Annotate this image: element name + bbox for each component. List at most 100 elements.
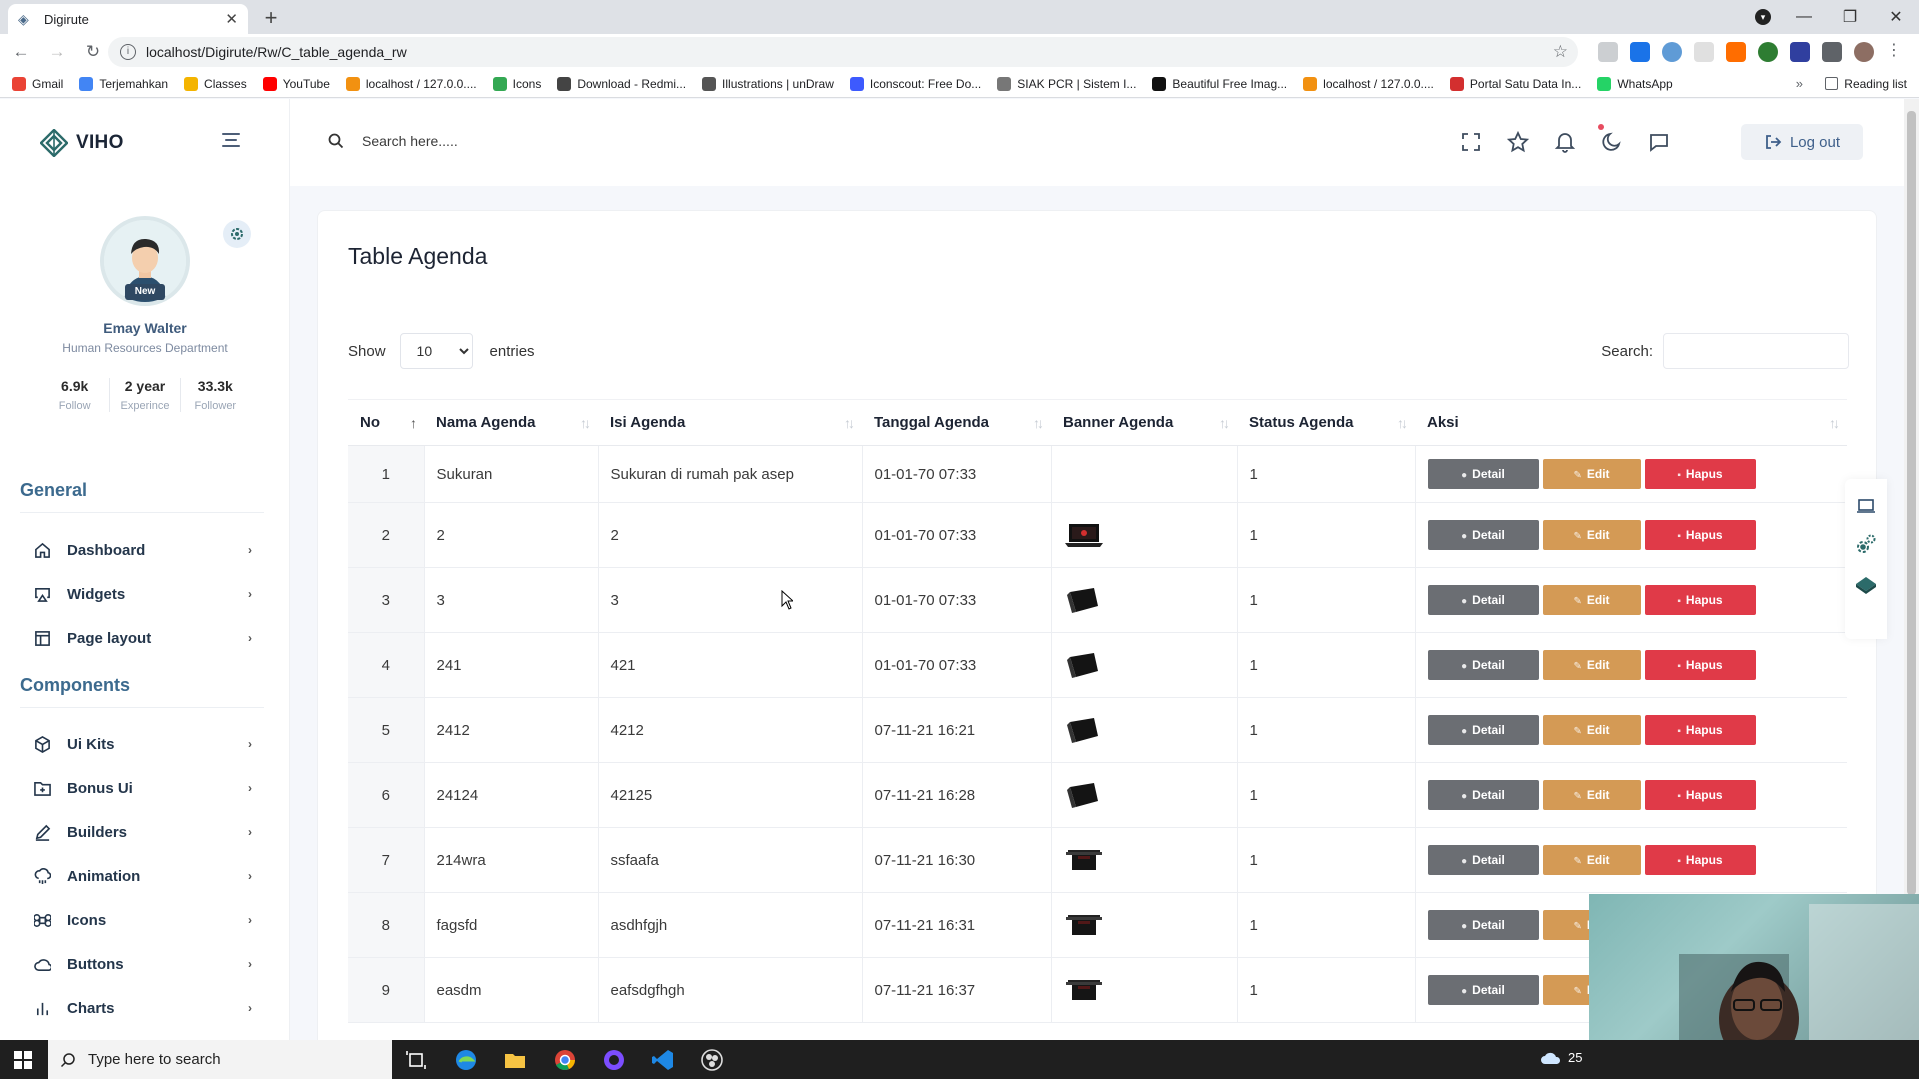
offer-extension-icon[interactable]	[1726, 42, 1746, 62]
detail-button[interactable]: ● Detail	[1427, 975, 1539, 1005]
delete-button[interactable]: ▪ Hapus	[1644, 845, 1756, 875]
delete-button[interactable]: ▪ Hapus	[1644, 650, 1756, 680]
sidebar-item-widgets[interactable]: Widgets ›	[34, 582, 252, 606]
detail-button[interactable]: ● Detail	[1427, 715, 1539, 745]
delete-button[interactable]: ▪ Hapus	[1644, 520, 1756, 550]
profile-name[interactable]: Emay Walter	[0, 320, 289, 336]
bookmark-item[interactable]: Beautiful Free Imag...	[1152, 76, 1287, 91]
delete-button[interactable]: ▪ Hapus	[1644, 715, 1756, 745]
scrollbar-thumb[interactable]	[1907, 111, 1916, 895]
browser-menu-icon[interactable]: ⋮	[1886, 42, 1902, 62]
hat-extension-icon[interactable]	[1790, 42, 1810, 62]
task-view-icon[interactable]	[404, 1048, 428, 1072]
weather-cloud-icon[interactable]	[1540, 1051, 1562, 1065]
column-header-tanggal-agenda[interactable]: Tanggal Agenda ↑↓	[862, 399, 1051, 446]
chrome-icon[interactable]	[553, 1048, 577, 1072]
column-header-isi-agenda[interactable]: Isi Agenda ↑↓	[598, 399, 862, 446]
address-bar[interactable]: i localhost/Digirute/Rw/C_table_agenda_r…	[108, 37, 1578, 67]
bookmark-item[interactable]: YouTube	[262, 76, 330, 91]
sidebar-item-charts[interactable]: Charts ›	[34, 996, 252, 1020]
sidebar-item-ui-kits[interactable]: Ui Kits ›	[34, 732, 252, 756]
bookmark-item[interactable]: WhatsApp	[1597, 76, 1673, 91]
detail-button[interactable]: ● Detail	[1427, 650, 1539, 680]
edit-button[interactable]: ✎ Edit	[1542, 585, 1641, 615]
sidebar-item-builders[interactable]: Builders ›	[34, 820, 252, 844]
github-desktop-icon[interactable]	[602, 1048, 626, 1072]
bookmark-item[interactable]: Terjemahkan	[79, 76, 168, 91]
new-tab-button[interactable]: +	[258, 6, 284, 32]
bookmark-star-icon[interactable]: ☆	[1553, 42, 1568, 62]
bookmark-item[interactable]: Classes	[184, 76, 247, 91]
delete-button[interactable]: ▪ Hapus	[1644, 585, 1756, 615]
taskbar-search-box[interactable]: Type here to search	[48, 1040, 392, 1079]
leaf-extension-icon[interactable]	[1758, 42, 1778, 62]
restore-icon[interactable]: ❐	[1827, 7, 1873, 27]
edit-button[interactable]: ✎ Edit	[1542, 650, 1641, 680]
puzzle-extensions-icon[interactable]	[1822, 42, 1842, 62]
obs-studio-icon[interactable]	[700, 1048, 724, 1072]
detail-button[interactable]: ● Detail	[1427, 459, 1539, 489]
fullscreen-icon[interactable]	[1460, 131, 1482, 153]
reload-icon[interactable]: ↻	[78, 42, 108, 62]
entries-select[interactable]: 10	[399, 333, 473, 369]
detail-button[interactable]: ● Detail	[1427, 780, 1539, 810]
edit-button[interactable]: ✎ Edit	[1542, 520, 1641, 550]
sidebar-item-dashboard[interactable]: Dashboard ›	[34, 538, 252, 562]
detail-button[interactable]: ● Detail	[1427, 845, 1539, 875]
tab-search-icon[interactable]: ▾	[1755, 9, 1771, 25]
detail-button[interactable]: ● Detail	[1427, 585, 1539, 615]
edit-button[interactable]: ✎ Edit	[1542, 459, 1641, 489]
column-header-aksi[interactable]: Aksi ↑↓	[1415, 399, 1847, 446]
sidebar-toggle-icon[interactable]	[222, 133, 240, 151]
edit-button[interactable]: ✎ Edit	[1542, 715, 1641, 745]
browser-tab[interactable]: ◈ Digirute ✕	[8, 4, 248, 34]
bookmark-item[interactable]: Download - Redmi...	[557, 76, 686, 91]
edge-browser-icon[interactable]	[454, 1048, 478, 1072]
reading-list-button[interactable]: Reading list	[1825, 77, 1907, 91]
translate-extension-icon[interactable]	[1662, 42, 1682, 62]
bookmark-item[interactable]: localhost / 127.0.0....	[1303, 76, 1434, 91]
window-close-icon[interactable]: ✕	[1873, 7, 1919, 27]
table-search-input[interactable]	[1663, 333, 1849, 369]
detail-button[interactable]: ● Detail	[1427, 520, 1539, 550]
delete-button[interactable]: ▪ Hapus	[1644, 459, 1756, 489]
detail-button[interactable]: ● Detail	[1427, 910, 1539, 940]
windows-start-icon[interactable]	[14, 1051, 32, 1069]
site-info-icon[interactable]: i	[120, 44, 136, 60]
grid-extension-icon[interactable]	[1694, 42, 1714, 62]
edit-button[interactable]: ✎ Edit	[1542, 845, 1641, 875]
chat-message-icon[interactable]	[1648, 131, 1670, 153]
more-bookmarks-button[interactable]: »	[1796, 76, 1803, 91]
bookmark-item[interactable]: Iconscout: Free Do...	[849, 76, 981, 91]
logout-button[interactable]: Log out	[1741, 124, 1863, 160]
close-tab-icon[interactable]: ✕	[225, 10, 238, 28]
sidebar-item-icons[interactable]: Icons ›	[34, 908, 252, 932]
settings-gears-icon[interactable]	[1854, 533, 1878, 557]
bookmark-item[interactable]: Portal Satu Data In...	[1449, 76, 1581, 91]
sidebar-item-animation[interactable]: Animation ›	[34, 864, 252, 888]
bookmark-item[interactable]: SIAK PCR | Sistem I...	[997, 76, 1136, 91]
forward-icon[interactable]: →	[42, 42, 72, 62]
back-icon[interactable]: ←	[6, 42, 36, 62]
file-explorer-icon[interactable]	[503, 1048, 527, 1072]
notification-bell-icon[interactable]	[1554, 131, 1576, 153]
edit-button[interactable]: ✎ Edit	[1542, 780, 1641, 810]
vscode-icon[interactable]	[651, 1048, 675, 1072]
bookmark-item[interactable]: Illustrations | unDraw	[702, 76, 834, 91]
sidebar-item-page-layout[interactable]: Page layout ›	[34, 626, 252, 650]
profile-settings-button[interactable]	[223, 220, 251, 248]
delete-button[interactable]: ▪ Hapus	[1644, 780, 1756, 810]
sidebar-item-bonus-ui[interactable]: Bonus Ui ›	[34, 776, 252, 800]
column-header-nama-agenda[interactable]: Nama Agenda ↑↓	[424, 399, 598, 446]
column-header-no[interactable]: No ↑	[348, 399, 424, 446]
column-header-banner-agenda[interactable]: Banner Agenda ↑↓	[1051, 399, 1237, 446]
minimize-icon[interactable]: —	[1781, 8, 1827, 26]
header-search-input[interactable]	[362, 129, 762, 153]
bookmark-item[interactable]: Icons	[492, 76, 541, 91]
column-header-status-agenda[interactable]: Status Agenda ↑↓	[1237, 399, 1415, 446]
laptop-icon[interactable]	[1855, 495, 1877, 517]
layers-icon[interactable]	[1854, 573, 1878, 597]
camera-extension-icon[interactable]	[1598, 42, 1618, 62]
download-extension-icon[interactable]	[1630, 42, 1650, 62]
bookmark-item[interactable]: Gmail	[12, 76, 63, 91]
